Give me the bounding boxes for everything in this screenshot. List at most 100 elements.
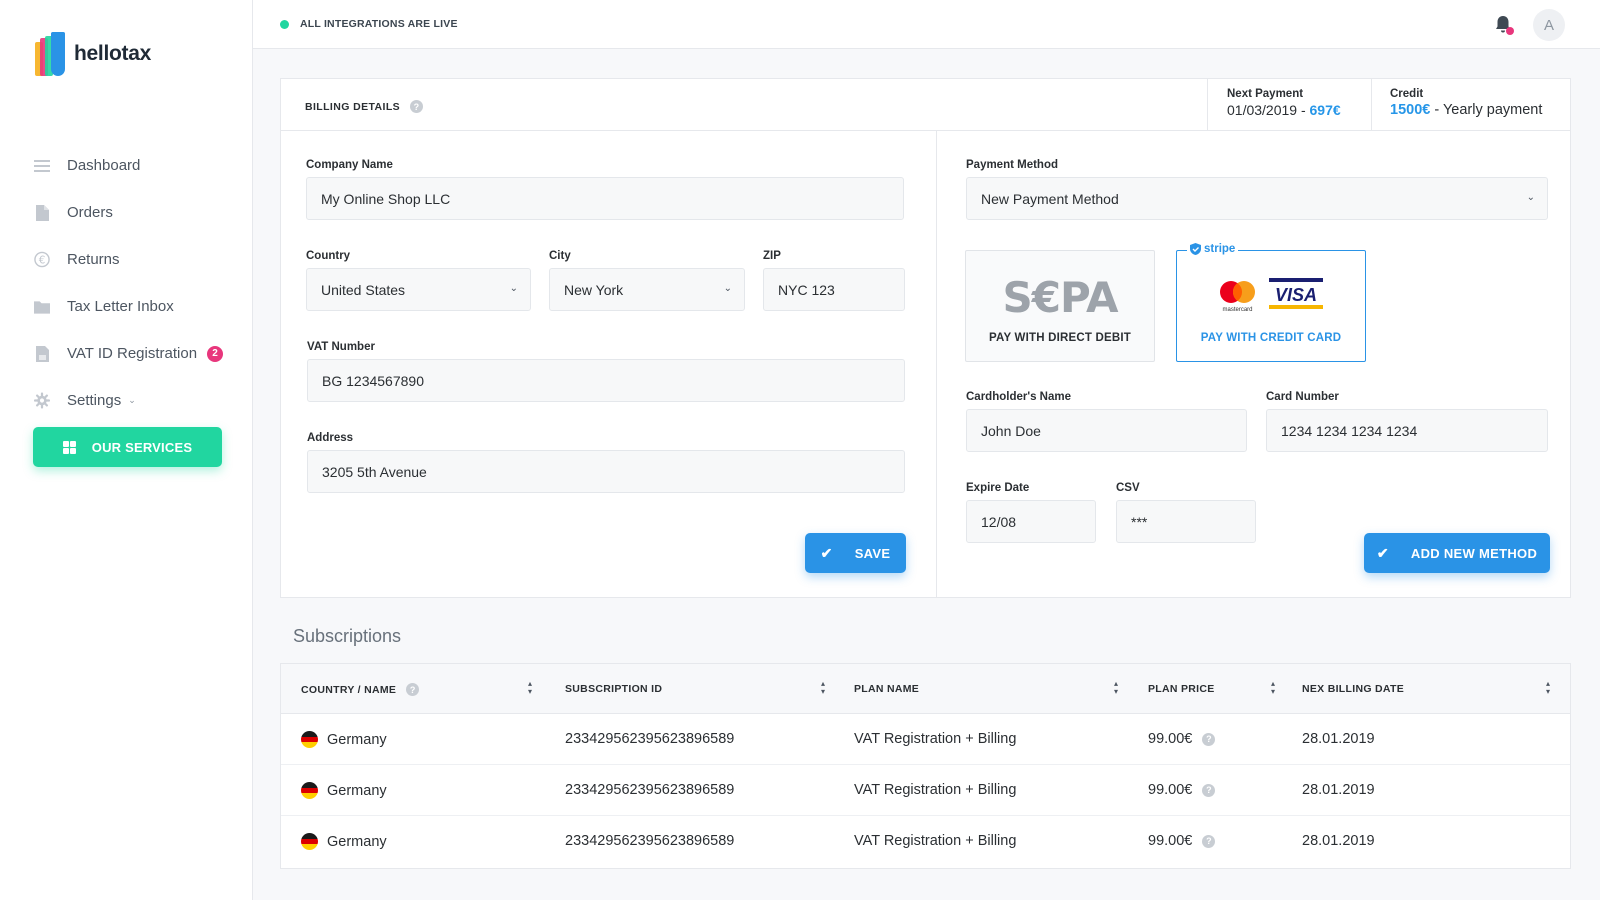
subscription-id-cell: 233429562395623896589	[565, 731, 735, 747]
country-select[interactable]: United States ⌄	[306, 268, 531, 311]
next-payment-value: 01/03/2019 - 697€	[1227, 102, 1353, 118]
sort-icon[interactable]: ▴ ▾	[1112, 679, 1120, 697]
sidebar-item-dashboard[interactable]: Dashboard	[34, 142, 234, 189]
column-header-plan-price: PLAN PRICE	[1148, 683, 1215, 695]
chevron-down-icon: ⌄	[128, 395, 136, 405]
subscription-id-cell: 233429562395623896589	[565, 833, 735, 849]
chevron-down-icon: ⌄	[1526, 192, 1535, 203]
next-payment-label: Next Payment	[1227, 88, 1304, 100]
card-number-label: Card Number	[1266, 391, 1339, 403]
country-select-value: United States	[321, 281, 406, 298]
sidebar-item-label: Dashboard	[67, 157, 141, 174]
credit-card-caption: PAY WITH CREDIT CARD	[1200, 332, 1342, 344]
country-name: Germany	[327, 731, 387, 748]
euro-icon: €	[34, 251, 50, 269]
billing-card: BILLING DETAILS ? Next Payment 01/03/201…	[280, 78, 1571, 598]
sort-icon[interactable]: ▴ ▾	[1269, 679, 1277, 697]
address-label: Address	[307, 432, 354, 444]
column-header-label: COUNTRY / NAME	[301, 683, 397, 696]
sidebar-item-orders[interactable]: Orders	[34, 189, 234, 236]
billing-details-title: BILLING DETAILS ?	[305, 100, 424, 113]
save-button[interactable]: ✔ SAVE	[805, 533, 906, 573]
sidebar-item-tax-letter-inbox[interactable]: Tax Letter Inbox	[34, 283, 234, 330]
country-name: Germany	[327, 833, 387, 850]
plan-price-value: 99.00€	[1148, 833, 1193, 849]
credit: Credit 1500€ - Yearly payment	[1371, 79, 1571, 131]
plan-name-cell: VAT Registration + Billing	[854, 731, 1017, 747]
table-row[interactable]: Germany 233429562395623896589 VAT Regist…	[281, 765, 1570, 816]
payment-method-value: New Payment Method	[981, 190, 1119, 207]
csv-label: CSV	[1116, 482, 1140, 494]
check-icon: ✔	[1376, 544, 1389, 561]
country-label: Country	[306, 250, 351, 262]
column-header-country: COUNTRY / NAME ?	[301, 683, 420, 696]
sepa-option[interactable]: S€PA PAY WITH DIRECT DEBIT	[965, 250, 1155, 362]
germany-flag-icon	[301, 833, 318, 850]
cardholder-name-label: Cardholder's Name	[966, 391, 1071, 403]
visa-text: VISA	[1275, 285, 1317, 305]
our-services-button[interactable]: OUR SERVICES	[33, 427, 222, 467]
gear-icon	[34, 392, 50, 410]
expire-date-input[interactable]: 12/08	[966, 500, 1096, 543]
subscription-id-cell: 233429562395623896589	[565, 782, 735, 798]
billing-card-header: BILLING DETAILS ? Next Payment 01/03/201…	[281, 79, 1570, 131]
cardholder-name-input[interactable]: John Doe	[966, 409, 1247, 452]
payment-method-select[interactable]: New Payment Method ⌄	[966, 177, 1548, 220]
sort-icon[interactable]: ▴ ▾	[1544, 679, 1552, 697]
table-row[interactable]: Germany 233429562395623896589 VAT Regist…	[281, 714, 1570, 765]
next-payment-date: 01/03/2019 -	[1227, 102, 1310, 118]
svg-text:€: €	[39, 254, 46, 266]
plan-price-value: 99.00€	[1148, 731, 1193, 747]
sort-icon[interactable]: ▴ ▾	[526, 679, 534, 697]
help-icon[interactable]: ?	[406, 683, 420, 696]
sort-icon[interactable]: ▴ ▾	[819, 679, 827, 697]
expire-date-label: Expire Date	[966, 482, 1030, 494]
sidebar: hellotax Dashboard Orders € Returns Tax …	[0, 0, 253, 900]
csv-input[interactable]: ***	[1116, 500, 1256, 543]
sidebar-item-vat-id-registration[interactable]: VAT ID Registration 2	[34, 330, 234, 377]
grid-icon	[62, 440, 76, 454]
plan-price-value: 99.00€	[1148, 782, 1193, 798]
zip-label: ZIP	[763, 250, 781, 262]
column-header-plan-name: PLAN NAME	[854, 683, 920, 695]
billing-details-label: BILLING DETAILS	[305, 100, 401, 113]
table-header: COUNTRY / NAME ? ▴ ▾ SUBSCRIPTION ID ▴ ▾ P…	[281, 664, 1570, 714]
our-services-label: OUR SERVICES	[91, 439, 193, 455]
mastercard-logo-icon: mastercard	[1220, 281, 1255, 313]
next-billing-date-cell: 28.01.2019	[1302, 782, 1375, 798]
help-icon[interactable]: ?	[410, 100, 424, 113]
payment-method-label: Payment Method	[966, 159, 1059, 171]
sidebar-item-settings[interactable]: Settings ⌄	[34, 377, 234, 424]
help-icon[interactable]: ?	[1202, 732, 1216, 746]
zip-input[interactable]: NYC 123	[763, 268, 905, 311]
vat-number-label: VAT Number	[307, 341, 375, 353]
germany-flag-icon	[301, 731, 318, 748]
country-cell: Germany	[301, 833, 387, 850]
sidebar-item-returns[interactable]: € Returns	[34, 236, 234, 283]
notifications-bell-icon[interactable]	[1493, 14, 1515, 36]
company-name-input[interactable]: My Online Shop LLC	[306, 177, 904, 220]
plan-price-cell: 99.00€ ?	[1148, 731, 1216, 747]
country-cell: Germany	[301, 782, 387, 799]
credit-card-option[interactable]: stripe mastercard VISA PAY WITH CREDIT C…	[1176, 243, 1366, 362]
table-row[interactable]: Germany 233429562395623896589 VAT Regist…	[281, 816, 1570, 867]
save-button-label: SAVE	[854, 545, 891, 561]
menu-icon	[34, 157, 50, 175]
card-number-input[interactable]: 1234 1234 1234 1234	[1266, 409, 1548, 452]
company-name-label: Company Name	[306, 159, 393, 171]
help-icon[interactable]: ?	[1202, 783, 1216, 797]
stripe-tag: stripe	[1187, 243, 1239, 255]
city-select[interactable]: New York ⌄	[549, 268, 745, 311]
logo[interactable]: hellotax	[35, 32, 151, 76]
vat-number-input[interactable]: BG 1234567890	[307, 359, 905, 402]
address-input[interactable]: 3205 5th Avenue	[307, 450, 905, 493]
notification-badge: 2	[207, 345, 224, 362]
add-new-method-button[interactable]: ✔ ADD NEW METHOD	[1364, 533, 1550, 573]
user-avatar[interactable]: A	[1533, 9, 1565, 41]
add-new-method-label: ADD NEW METHOD	[1410, 545, 1538, 561]
help-icon[interactable]: ?	[1202, 834, 1216, 848]
brand-name: hellotax	[74, 42, 151, 65]
credit-value: 1500€ - Yearly payment	[1390, 102, 1553, 118]
status-dot-icon	[280, 19, 289, 29]
plan-name-cell: VAT Registration + Billing	[854, 782, 1017, 798]
